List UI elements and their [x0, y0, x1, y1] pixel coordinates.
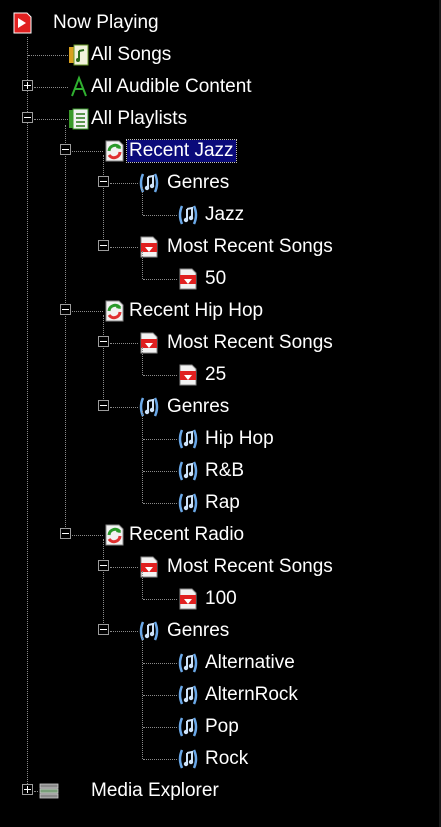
expand-toggle[interactable]	[22, 784, 33, 795]
audible-icon	[68, 75, 90, 99]
genre-note-icon	[177, 747, 199, 771]
recent-songs-icon	[177, 267, 199, 291]
auto-playlist-icon	[103, 299, 125, 323]
music-notes-icon	[68, 43, 90, 67]
tree-item-label: R&B	[205, 460, 245, 481]
tree-item-label: Recent Radio	[129, 524, 245, 545]
collapse-toggle[interactable]	[98, 560, 109, 571]
tree-item-recent-radio[interactable]: Recent Radio	[0, 519, 441, 551]
recent-songs-icon	[177, 363, 199, 387]
tree-item-label: Pop	[205, 716, 239, 737]
tree-item-label: 25	[205, 364, 227, 385]
tree-item-label: Genres	[167, 396, 230, 417]
tree-item-song-count[interactable]: 50	[0, 263, 441, 295]
tree-item-label: Rock	[205, 748, 249, 769]
tree-item-label: AlternRock	[205, 684, 298, 705]
genre-note-icon	[177, 427, 199, 451]
tree-item-label: Recent Jazz	[126, 139, 237, 163]
collapse-toggle[interactable]	[22, 112, 33, 123]
collapse-toggle[interactable]	[98, 400, 109, 411]
tree-item-genre[interactable]: AlternRock	[0, 679, 441, 711]
tree-item-label: Jazz	[205, 204, 245, 225]
tree-item-genre[interactable]: Alternative	[0, 647, 441, 679]
tree-item-most-recent-songs[interactable]: Most Recent Songs	[0, 231, 441, 263]
tree-item-label: All Songs	[91, 44, 172, 65]
genre-note-icon	[177, 459, 199, 483]
tree-item-recent-hip-hop[interactable]: Recent Hip Hop	[0, 295, 441, 327]
tree-item-recent-jazz[interactable]: Recent Jazz	[0, 135, 441, 167]
genre-note-icon	[177, 715, 199, 739]
tree-item-label: All Playlists	[91, 108, 188, 129]
tree-item-genre[interactable]: Jazz	[0, 199, 441, 231]
tree-item-label: 100	[205, 588, 237, 609]
tree-item-most-recent-songs[interactable]: Most Recent Songs	[0, 327, 441, 359]
collapse-toggle[interactable]	[98, 336, 109, 347]
genre-note-icon	[177, 203, 199, 227]
now-playing-icon	[11, 11, 33, 35]
tree-item-label: 50	[205, 268, 227, 289]
recent-songs-icon	[177, 587, 199, 611]
genre-note-icon	[177, 651, 199, 675]
tree-item-label: Now Playing	[53, 12, 159, 33]
genre-note-icon	[177, 683, 199, 707]
tree-item-genre[interactable]: Rap	[0, 487, 441, 519]
tree-item-label: Most Recent Songs	[167, 236, 333, 257]
tree-item-label: Genres	[167, 172, 230, 193]
tree-item-genre[interactable]: Hip Hop	[0, 423, 441, 455]
auto-playlist-icon	[103, 139, 125, 163]
tree-item-label: Media Explorer	[91, 780, 219, 801]
collapse-toggle[interactable]	[60, 304, 71, 315]
tree-item-label: Genres	[167, 620, 230, 641]
tree-item-label: Alternative	[205, 652, 295, 673]
tree-item-song-count[interactable]: 25	[0, 359, 441, 391]
tree-item-genre[interactable]: R&B	[0, 455, 441, 487]
tree-item-song-count[interactable]: 100	[0, 583, 441, 615]
tree-item-genre[interactable]: Pop	[0, 711, 441, 743]
tree-item-media-explorer[interactable]: Media Explorer	[0, 775, 441, 807]
tree-item-genres[interactable]: Genres	[0, 391, 441, 423]
tree-item-genres[interactable]: Genres	[0, 615, 441, 647]
tree-item-label: Recent Hip Hop	[129, 300, 264, 321]
tree-item-label: Most Recent Songs	[167, 556, 333, 577]
collapse-toggle[interactable]	[60, 528, 71, 539]
tree-item-label: All Audible Content	[91, 76, 252, 97]
tree-item-label: Rap	[205, 492, 240, 513]
collapse-toggle[interactable]	[98, 176, 109, 187]
tree-item-genre[interactable]: Rock	[0, 743, 441, 775]
tree-item-most-recent-songs[interactable]: Most Recent Songs	[0, 551, 441, 583]
playlists-icon	[68, 107, 90, 131]
library-tree: Now Playing All Songs All Audible Conten…	[0, 0, 441, 827]
media-explorer-icon	[38, 779, 60, 803]
collapse-toggle[interactable]	[98, 624, 109, 635]
tree-item-genres[interactable]: Genres	[0, 167, 441, 199]
auto-playlist-icon	[103, 523, 125, 547]
collapse-toggle[interactable]	[60, 144, 71, 155]
tree-item-label: Hip Hop	[205, 428, 274, 449]
collapse-toggle[interactable]	[98, 240, 109, 251]
genre-note-icon	[177, 491, 199, 515]
tree-item-now-playing[interactable]: Now Playing	[0, 7, 441, 39]
tree-item-label: Most Recent Songs	[167, 332, 333, 353]
expand-toggle[interactable]	[22, 80, 33, 91]
